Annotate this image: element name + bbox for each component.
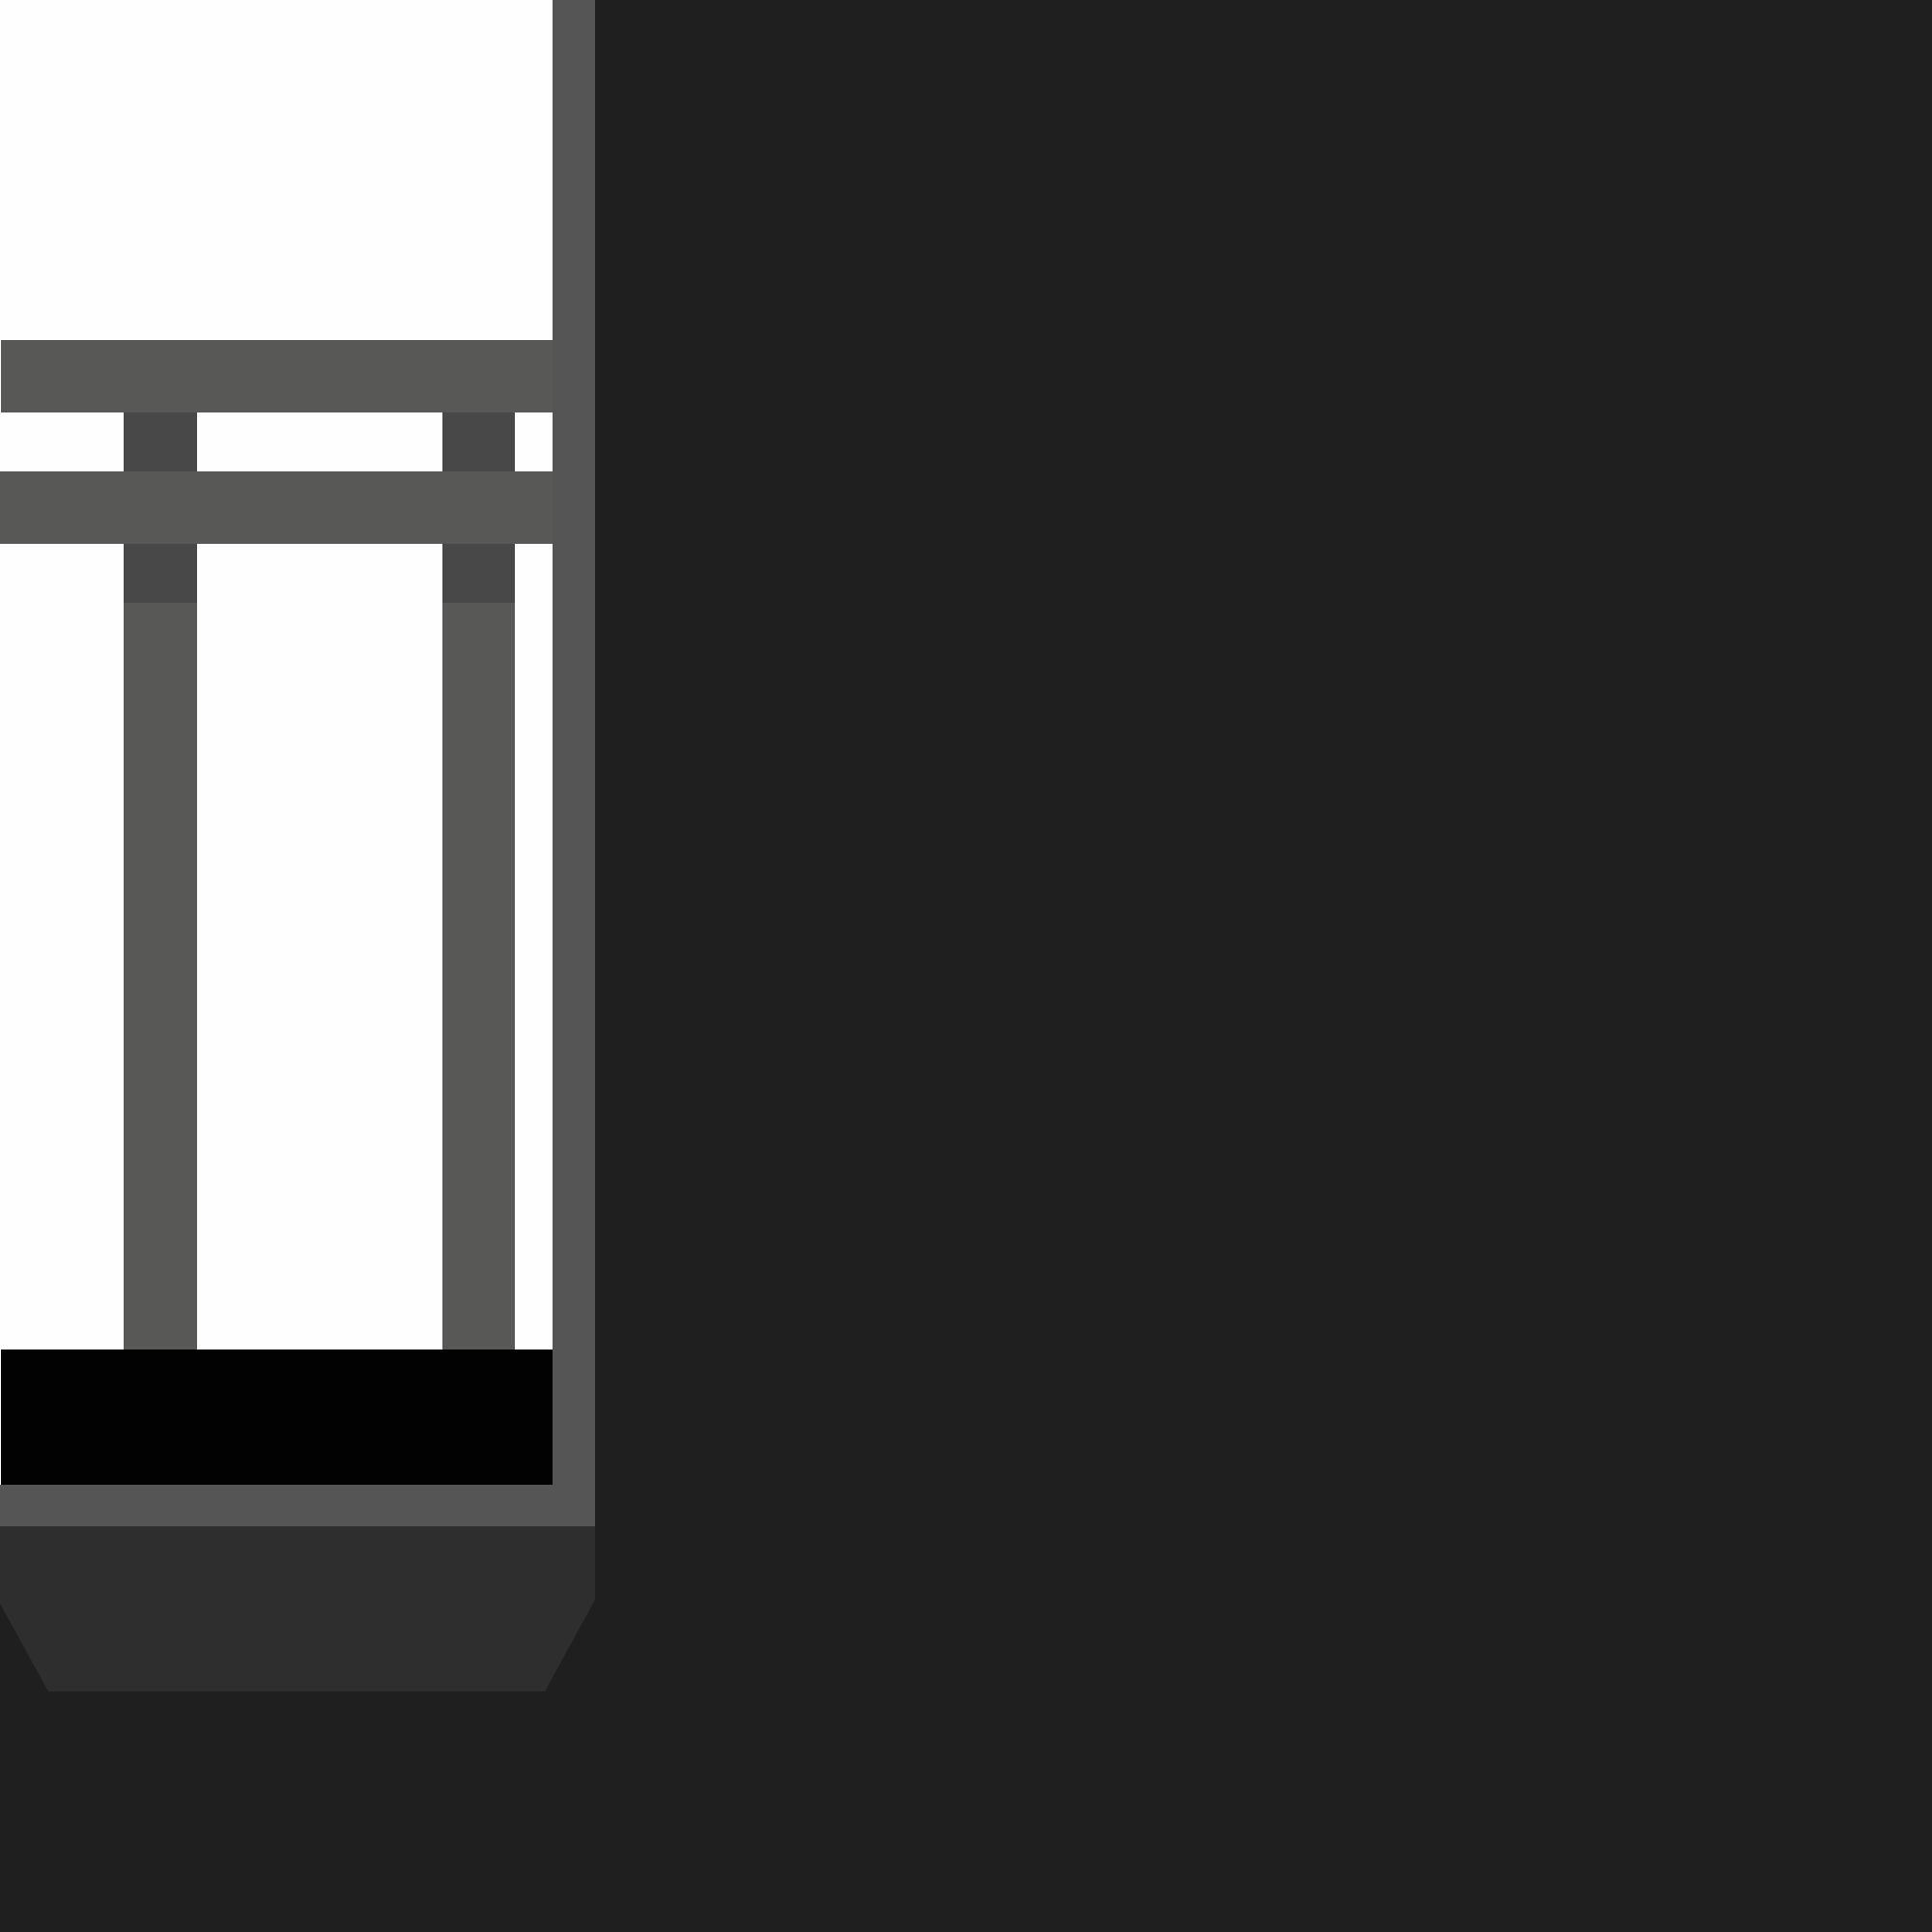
window-crossbar-lower bbox=[0, 471, 553, 544]
post-joint-left-upper bbox=[124, 412, 197, 471]
window-crossbar-upper bbox=[1, 340, 553, 412]
window-base bbox=[0, 1526, 595, 1691]
scene bbox=[0, 0, 1932, 1932]
post-joint-right-lower bbox=[442, 544, 515, 603]
frame-edge-horizontal bbox=[0, 1485, 595, 1526]
post-joint-left-lower bbox=[124, 544, 197, 603]
frame-edge-vertical bbox=[553, 0, 595, 1526]
post-joint-right-upper bbox=[442, 412, 515, 471]
window-illustration bbox=[0, 0, 1932, 1932]
window-sill-block bbox=[1, 1350, 553, 1485]
